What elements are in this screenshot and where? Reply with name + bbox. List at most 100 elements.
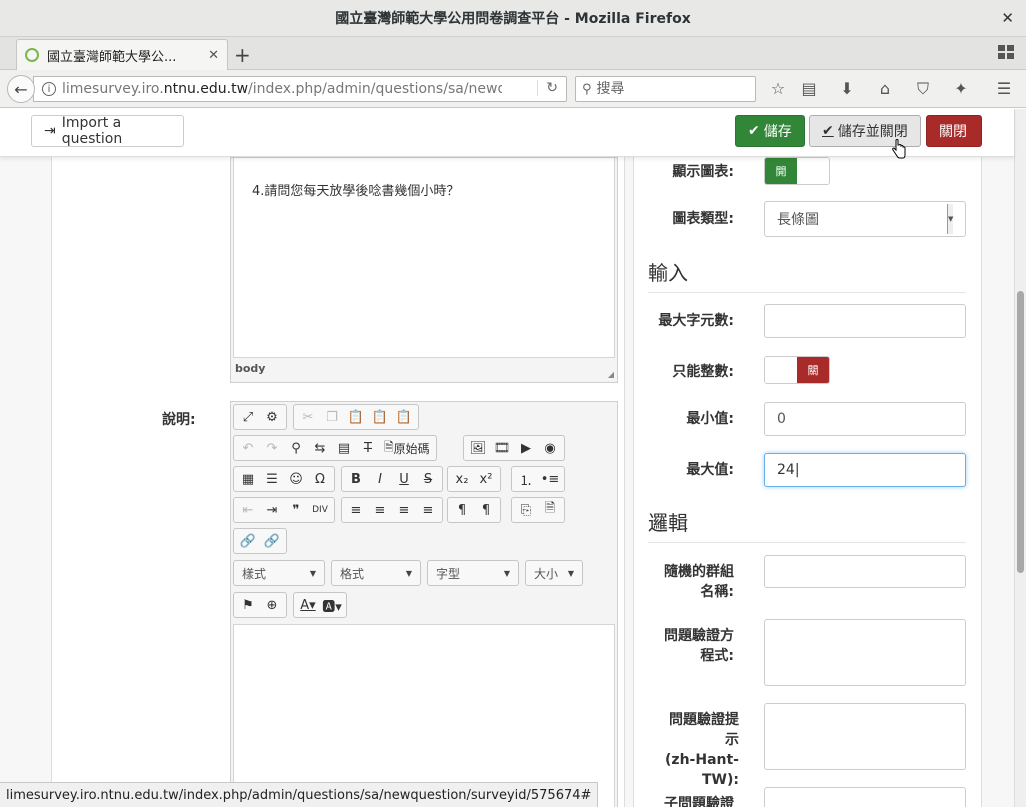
italic-icon[interactable]: I	[368, 468, 392, 490]
blockquote-icon[interactable]: ❞	[284, 499, 308, 521]
max-chars-input[interactable]	[764, 304, 966, 338]
preview-icon[interactable]: 🗎	[538, 499, 562, 521]
underline-icon[interactable]: U	[392, 468, 416, 490]
format-combo[interactable]: 格式 ▼	[331, 560, 421, 586]
home-icon[interactable]: ⌂	[874, 79, 896, 98]
save-button[interactable]: ✔ 儲存	[735, 115, 805, 147]
bold-icon[interactable]: B	[344, 468, 368, 490]
cut-icon[interactable]: ✂	[296, 406, 320, 428]
toolbar-group-page: ⎘ 🗎	[511, 497, 565, 523]
ltr-icon[interactable]: ¶	[450, 499, 474, 521]
align-justify-icon[interactable]: ≡	[416, 499, 440, 521]
extension-icon[interactable]: ✦	[950, 79, 972, 98]
show-chart-toggle[interactable]: 開	[764, 157, 830, 185]
bookmark-star-icon[interactable]: ☆	[767, 79, 789, 98]
youtube-icon[interactable]: ▶	[514, 437, 538, 459]
strike-icon[interactable]: S	[416, 468, 440, 490]
window-close-icon[interactable]: ✕	[1001, 9, 1014, 27]
max-value-input[interactable]: 24 |	[764, 453, 966, 487]
reload-icon[interactable]: ↻	[537, 80, 558, 96]
url-bar[interactable]: i limesurvey.iro.ntnu.edu.tw/index.php/a…	[33, 76, 567, 102]
superscript-icon[interactable]: x²	[474, 468, 498, 490]
validation-equation-textarea[interactable]	[764, 619, 966, 686]
page-scrollbar[interactable]	[1014, 109, 1026, 807]
new-tab-icon[interactable]: +	[234, 43, 251, 67]
downloads-icon[interactable]: ⬇	[836, 79, 858, 98]
copy-icon[interactable]: ❐	[320, 406, 344, 428]
back-arrow-icon: ←	[14, 79, 28, 99]
indent-icon[interactable]: ⇥	[260, 499, 284, 521]
check-underline-icon: ✔	[822, 123, 834, 139]
size-combo[interactable]: 大小 ▼	[525, 560, 583, 586]
smiley-icon[interactable]: ☺	[284, 468, 308, 490]
iframe-icon[interactable]: ◉	[538, 437, 562, 459]
special-char-icon[interactable]: Ω	[308, 468, 332, 490]
page-content: 4.請問您每天放學後唸書幾個小時？ body ◢ 說明: ⤢ ⚙ ✂ ❐ 📋 📋…	[0, 109, 1026, 807]
toggle-off-label: 關	[797, 357, 829, 383]
import-question-button[interactable]: ⇥ Import a question	[31, 115, 184, 147]
align-center-icon[interactable]: ≡	[368, 499, 392, 521]
redo-icon[interactable]: ↷	[260, 437, 284, 459]
scrollbar-thumb[interactable]	[1017, 291, 1024, 573]
style-combo[interactable]: 樣式 ▼	[233, 560, 325, 586]
replace-icon[interactable]: ⇆	[308, 437, 332, 459]
tab-list-icon[interactable]	[998, 45, 1014, 59]
font-combo[interactable]: 字型 ▼	[427, 560, 519, 586]
align-right-icon[interactable]: ≡	[392, 499, 416, 521]
description-text-area[interactable]	[233, 624, 615, 807]
subquestion-validation-input[interactable]	[764, 787, 966, 807]
remove-format-icon[interactable]: T̶	[356, 437, 380, 459]
tab-close-icon[interactable]: ✕	[208, 48, 219, 63]
pocket-icon[interactable]: ⛉	[912, 79, 934, 99]
paste-icon[interactable]: 📋	[344, 406, 368, 428]
text-color-icon[interactable]: A▾	[296, 594, 320, 616]
menu-icon[interactable]: ☰	[993, 79, 1015, 98]
validation-tip-label: 問題驗證提示 (zh-Hant-TW):	[665, 712, 739, 788]
resize-grip-icon[interactable]: ◢	[608, 370, 614, 379]
maximize-icon[interactable]: ⤢	[236, 406, 260, 428]
search-bar[interactable]: ⚲	[575, 76, 756, 102]
select-all-icon[interactable]: ▤	[332, 437, 356, 459]
search-input[interactable]	[596, 81, 737, 97]
back-button[interactable]: ←	[7, 75, 35, 103]
url-text[interactable]: limesurvey.iro.ntnu.edu.tw/index.php/adm…	[62, 81, 502, 97]
template-icon[interactable]: ⚙	[260, 406, 284, 428]
unlink-icon[interactable]: 🔗	[260, 530, 284, 552]
validation-tip-textarea[interactable]	[764, 703, 966, 770]
toolbar-group-lang: ⚑ ⊕	[233, 592, 287, 618]
find-icon[interactable]: ⚲	[284, 437, 308, 459]
chart-type-select[interactable]: 長條圖 ▼	[764, 201, 966, 237]
paste-text-icon[interactable]: 📋	[368, 406, 392, 428]
random-group-input[interactable]	[764, 555, 966, 588]
flash-icon[interactable]: 🎞	[490, 437, 514, 459]
align-left-icon[interactable]: ≡	[344, 499, 368, 521]
integer-only-toggle[interactable]: 關	[764, 356, 830, 384]
table-icon[interactable]: ▦	[236, 468, 260, 490]
reading-list-icon[interactable]: ▤	[798, 79, 820, 98]
globe-icon[interactable]: ⊕	[260, 594, 284, 616]
import-icon: ⇥	[44, 123, 56, 139]
show-chart-label: 顯示圖表:	[672, 164, 734, 180]
source-button[interactable]: 🗎 原始碼	[380, 437, 434, 459]
rtl-icon[interactable]: ¶	[474, 499, 498, 521]
flag-icon[interactable]: ⚑	[236, 594, 260, 616]
numbered-list-icon[interactable]: ⒈	[514, 468, 538, 490]
image-icon[interactable]: 🖼	[466, 437, 490, 459]
max-value-label: 最大值:	[686, 462, 734, 478]
paste-word-icon[interactable]: 📋	[392, 406, 416, 428]
div-icon[interactable]: DIV	[308, 499, 332, 521]
horizontal-rule-icon[interactable]: ☰	[260, 468, 284, 490]
undo-icon[interactable]: ↶	[236, 437, 260, 459]
link-icon[interactable]: 🔗	[236, 530, 260, 552]
subscript-icon[interactable]: x₂	[450, 468, 474, 490]
page-break-icon[interactable]: ⎘	[514, 499, 538, 521]
save-label: 儲存	[763, 124, 792, 140]
close-button[interactable]: 關閉	[926, 115, 982, 147]
bulleted-list-icon[interactable]: •≡	[538, 468, 562, 490]
outdent-icon[interactable]: ⇤	[236, 499, 260, 521]
browser-tab[interactable]: 國立臺灣師範大學公... ✕	[16, 39, 228, 70]
bg-color-icon[interactable]: 🅰▾	[320, 594, 344, 616]
min-value-input[interactable]: 0	[764, 402, 966, 436]
site-info-icon[interactable]: i	[42, 82, 56, 96]
question-text-area[interactable]: 4.請問您每天放學後唸書幾個小時？	[233, 158, 615, 358]
